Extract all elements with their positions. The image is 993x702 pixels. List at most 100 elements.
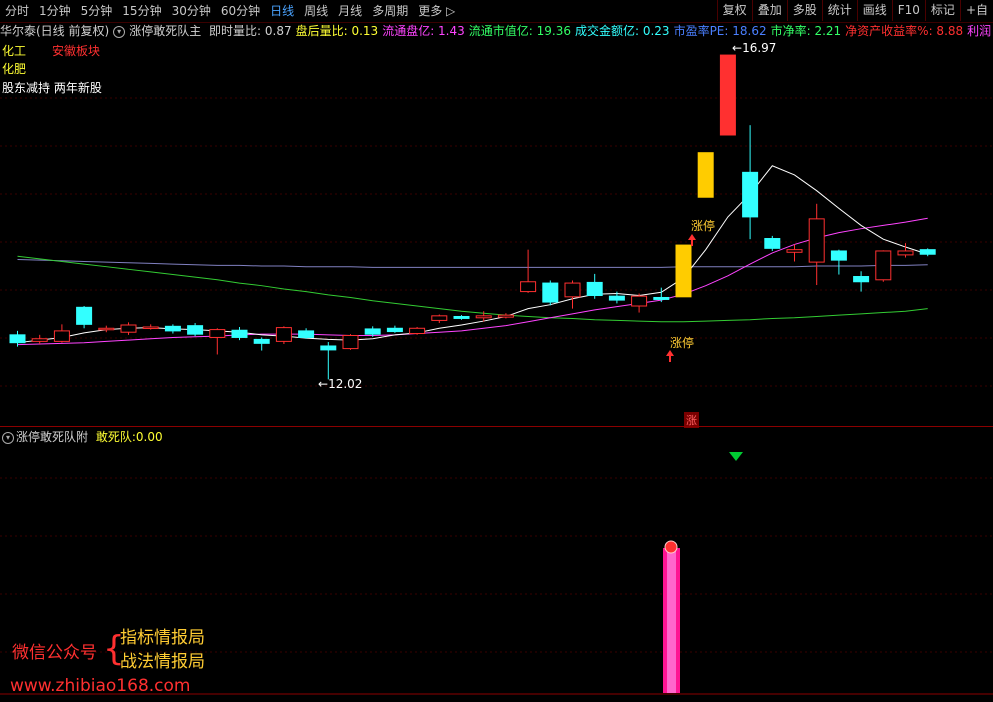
candle-body <box>764 238 781 249</box>
signal-bar-highlight <box>667 548 676 693</box>
candle-body <box>320 345 337 351</box>
candle <box>919 248 936 257</box>
candle-body <box>231 329 248 338</box>
candle <box>98 325 115 333</box>
candle-body <box>164 325 181 332</box>
candle-body <box>120 324 137 333</box>
candle-body <box>497 314 514 318</box>
watermark-url: www.zhibiao168.com <box>10 676 191 696</box>
sub-indicator-info: ▾ 涨停敢死队附 敢死队:0.00 <box>0 429 163 445</box>
candle-body <box>830 250 847 261</box>
candle <box>853 271 870 292</box>
candle-body <box>742 171 759 218</box>
candle <box>697 152 714 198</box>
watermark-wechat: 微信公众号 <box>12 643 97 663</box>
candle <box>386 325 403 333</box>
dropdown-circle-icon[interactable]: ▾ <box>2 431 14 444</box>
limit-up-label-2: 涨停 <box>691 219 716 233</box>
candle <box>453 315 470 320</box>
candle <box>764 235 781 251</box>
green-down-triangle <box>729 452 743 461</box>
candlestick-chart[interactable] <box>0 0 993 702</box>
candle <box>542 280 559 306</box>
candle <box>53 324 70 343</box>
candle <box>275 326 292 344</box>
candle <box>253 337 270 351</box>
candle-body <box>31 338 48 342</box>
candle <box>564 280 581 309</box>
candle-body <box>719 54 736 136</box>
candle-body <box>453 315 470 319</box>
candle-body <box>209 329 226 338</box>
candle-body <box>697 152 714 198</box>
ma60-line <box>17 255 928 323</box>
candle-body <box>98 327 115 331</box>
grid-lines <box>0 97 993 653</box>
candle <box>164 324 181 334</box>
candle-body <box>919 249 936 255</box>
candle <box>786 244 803 262</box>
candle-body <box>409 327 426 335</box>
candle-body <box>653 296 670 300</box>
candle-body <box>142 326 159 329</box>
candle <box>298 328 315 339</box>
candle <box>431 314 448 324</box>
candle <box>231 326 248 341</box>
candle-body <box>386 327 403 333</box>
candle <box>719 54 736 136</box>
candle <box>142 324 159 330</box>
candle-body <box>897 250 914 256</box>
candle-body <box>631 295 648 307</box>
candle <box>586 273 603 299</box>
ma10-line <box>17 217 928 346</box>
candle-body <box>853 276 870 283</box>
candle <box>520 249 537 293</box>
candles <box>9 54 936 380</box>
sub-indicator-label: 敢死队: <box>95 430 136 444</box>
moving-average-lines <box>17 165 928 346</box>
signal-dot-icon <box>664 540 678 554</box>
up-arrow-head <box>688 234 696 240</box>
candle-body <box>475 315 492 319</box>
candle-body <box>275 327 292 342</box>
candle <box>631 293 648 313</box>
candle <box>31 334 48 344</box>
sub-indicator-name[interactable]: 涨停敢死队附 <box>16 430 88 444</box>
candle <box>875 250 892 282</box>
candle-body <box>520 281 537 293</box>
candle-body <box>53 330 70 342</box>
candle-body <box>808 218 825 263</box>
candle-body <box>608 295 625 301</box>
low-price-label: ←12.02 <box>318 377 363 391</box>
candle <box>120 322 137 335</box>
candle <box>675 244 692 298</box>
candle <box>320 342 337 380</box>
candle-body <box>9 334 26 344</box>
candle-body <box>675 244 692 298</box>
candle-body <box>187 325 204 335</box>
candle-body <box>875 250 892 281</box>
candle-body <box>564 282 581 298</box>
watermark-names: 指标情报局 战法情报局 <box>120 628 205 672</box>
candle-body <box>586 281 603 297</box>
candle <box>209 328 226 355</box>
candle <box>830 249 847 275</box>
candle-body <box>76 306 93 325</box>
ma5-line <box>17 165 928 344</box>
candle <box>187 323 204 337</box>
candle-body <box>298 330 315 338</box>
candle-body <box>786 249 803 253</box>
panel-separator <box>0 426 993 427</box>
candle <box>742 125 759 240</box>
limit-up-label-1: 涨停 <box>670 336 695 350</box>
candle <box>808 203 825 286</box>
candle-body <box>542 282 559 303</box>
candle-body <box>364 328 381 335</box>
candle <box>76 306 93 329</box>
candle-body <box>431 315 448 321</box>
candle <box>409 326 426 335</box>
sub-indicator-value: 0.00 <box>135 430 163 444</box>
candle-body <box>342 334 359 350</box>
high-price-label: ←16.97 <box>732 41 777 55</box>
ma120-line <box>17 258 928 268</box>
